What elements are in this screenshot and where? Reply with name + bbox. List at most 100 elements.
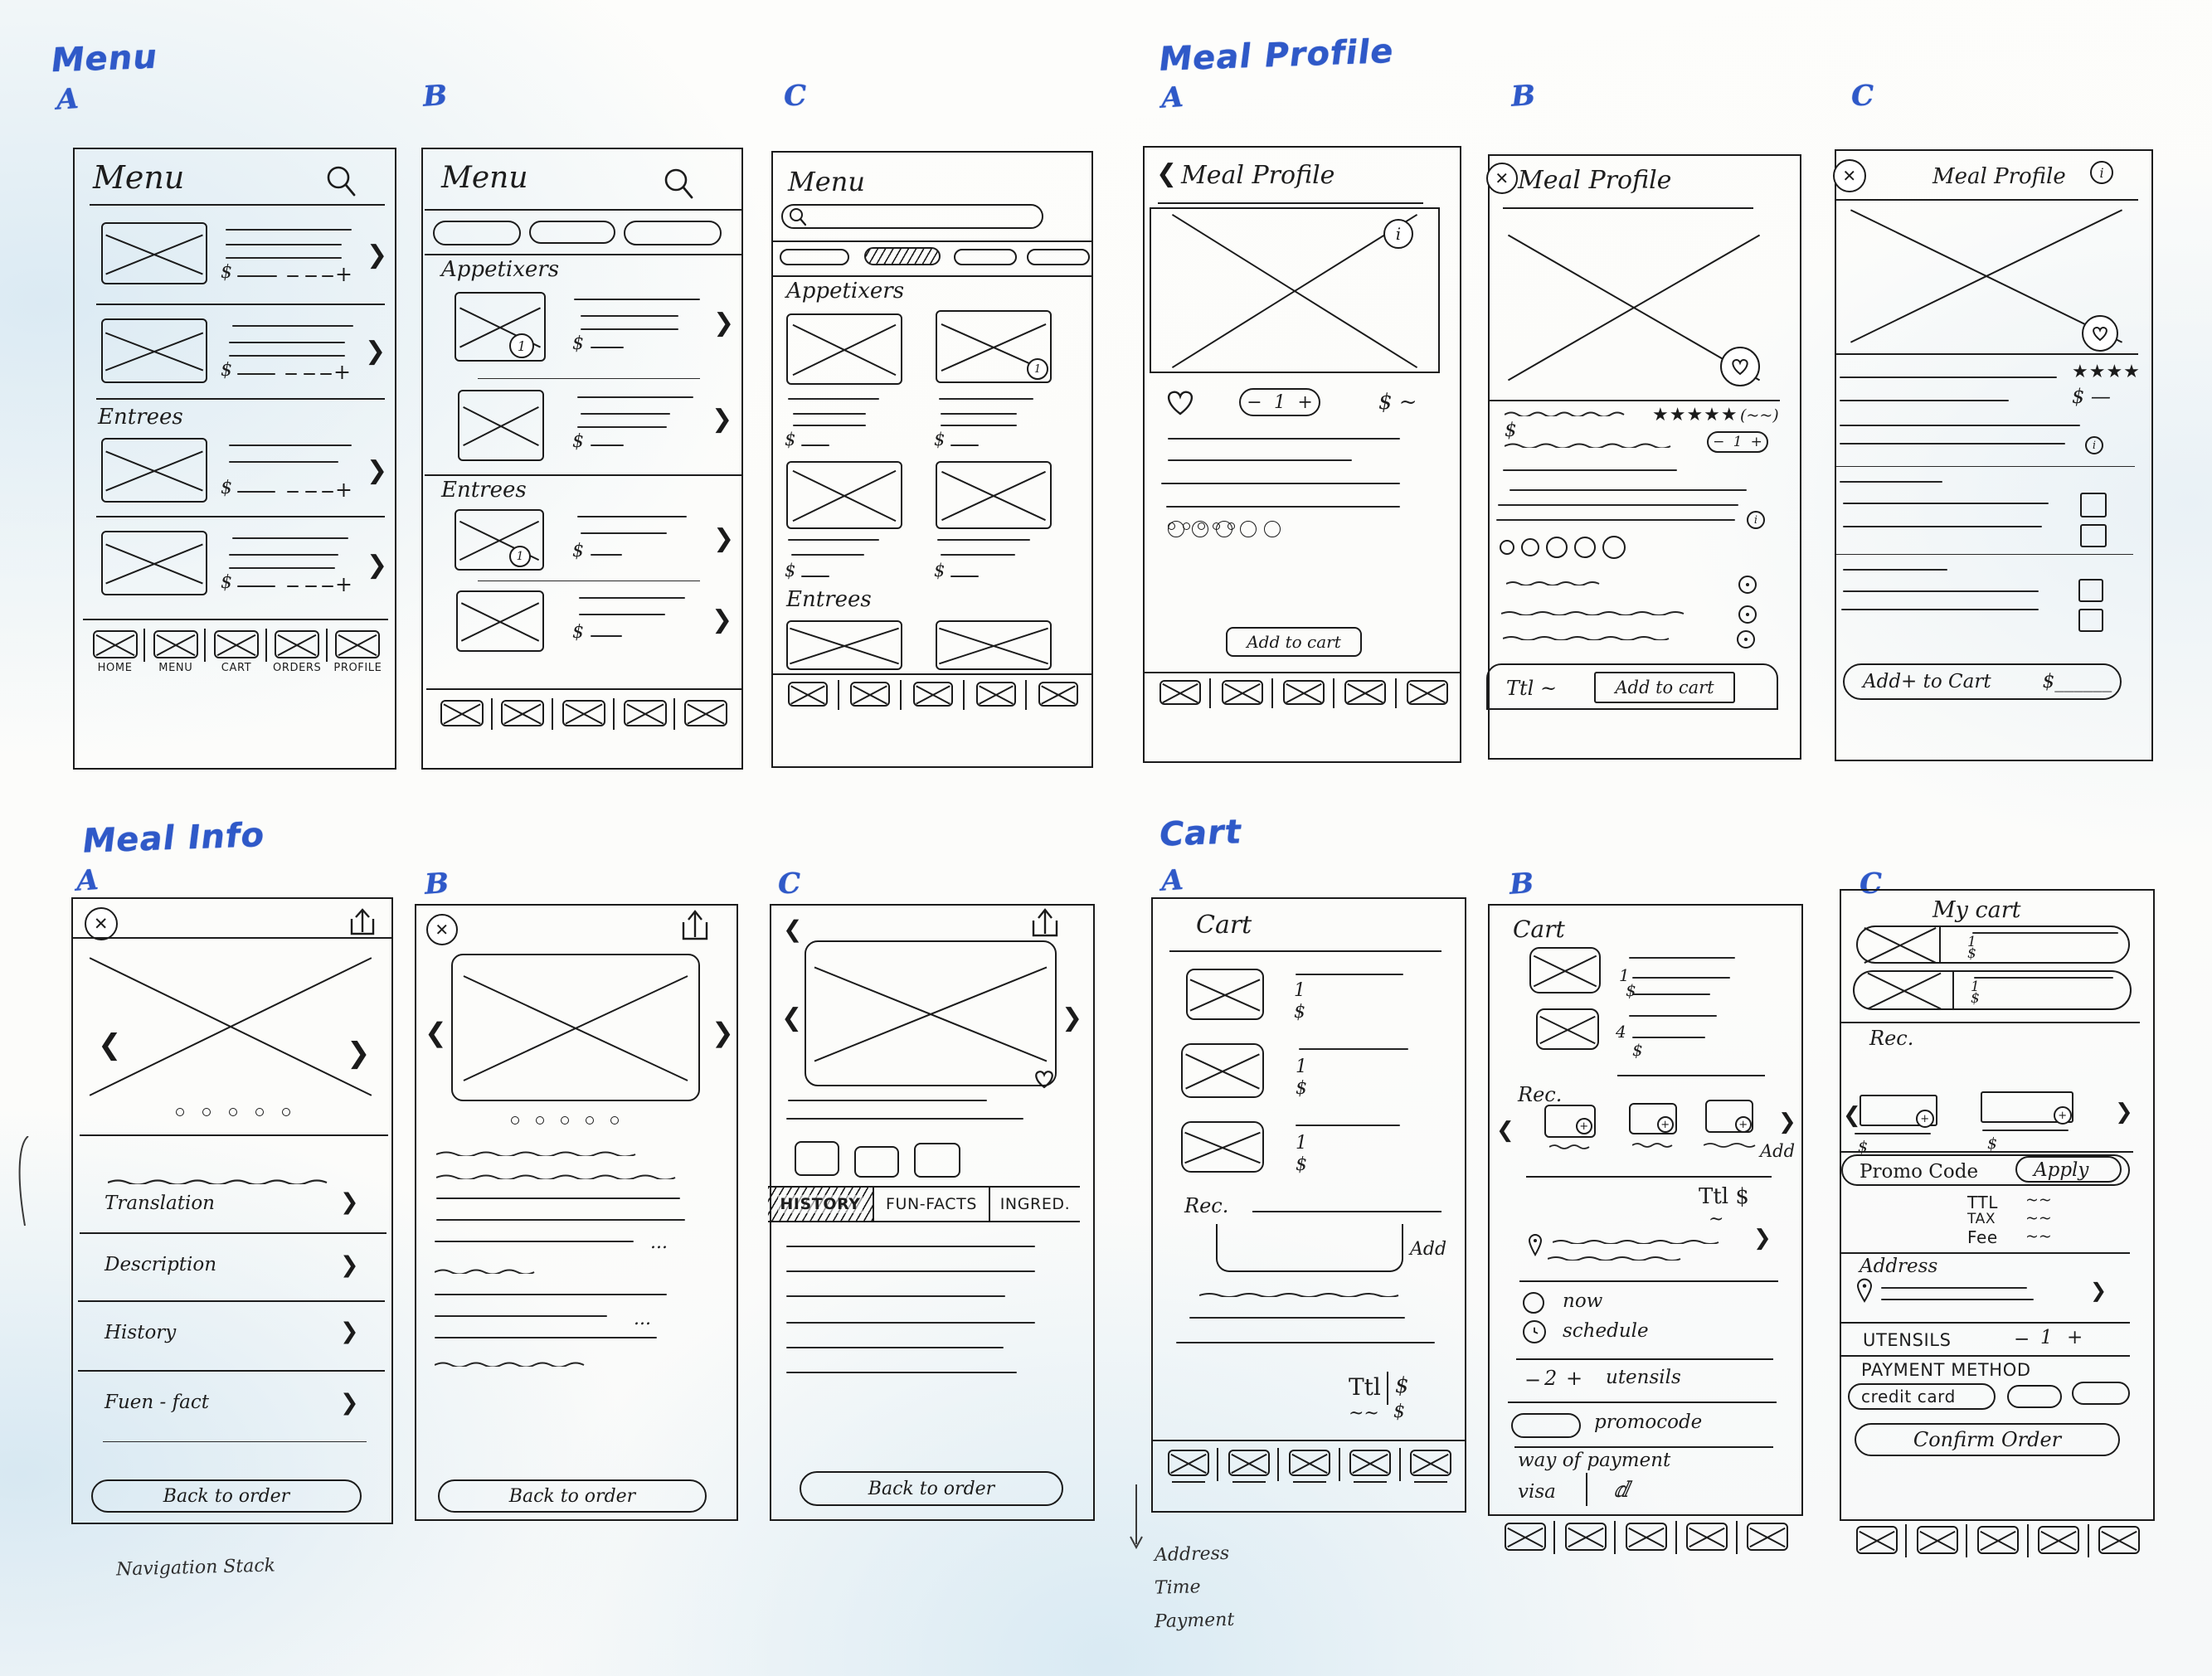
- rec-add-icon[interactable]: +: [1735, 1116, 1752, 1133]
- rec-prev-icon[interactable]: ❮: [1496, 1118, 1514, 1143]
- stepper-dash[interactable]: [305, 491, 317, 493]
- carousel-dot[interactable]: [255, 1108, 264, 1116]
- payment-method-option[interactable]: [2072, 1382, 2130, 1405]
- carousel-dots[interactable]: [511, 1116, 619, 1125]
- carousel-next-icon[interactable]: ❯: [347, 1037, 371, 1070]
- utensils-minus[interactable]: −: [2014, 1329, 2030, 1350]
- chevron-down-icon[interactable]: ❯: [340, 1252, 359, 1278]
- share-icon[interactable]: [1023, 906, 1063, 945]
- heart-icon[interactable]: [1032, 1068, 1057, 1090]
- cart-item-thumb[interactable]: [1181, 1043, 1264, 1098]
- utensils-plus[interactable]: +: [2067, 1327, 2083, 1348]
- promo-code-input[interactable]: Promo Code: [1860, 1161, 1978, 1183]
- filter-chip[interactable]: [624, 221, 722, 245]
- stepper-dash[interactable]: [322, 491, 333, 493]
- qty-minus-button[interactable]: −: [1713, 434, 1724, 450]
- carousel-dot[interactable]: [202, 1108, 211, 1116]
- qty-plus-button[interactable]: +: [1297, 392, 1312, 413]
- radio-icon[interactable]: [1737, 630, 1755, 649]
- info-badge-icon[interactable]: i: [1747, 511, 1765, 529]
- carousel-dot[interactable]: [176, 1108, 184, 1116]
- option-circle[interactable]: [1521, 538, 1539, 556]
- delivery-option-schedule[interactable]: schedule: [1563, 1320, 1649, 1342]
- grid-item-thumb[interactable]: [936, 620, 1052, 670]
- rec-next-icon[interactable]: ❯: [2115, 1100, 2133, 1125]
- confirm-order-button[interactable]: Confirm Order: [1855, 1423, 2120, 1456]
- add-to-cart-button[interactable]: Add+ to Cart $______: [1843, 663, 2122, 700]
- cart-item-thumb[interactable]: [1181, 1121, 1264, 1173]
- menu-item-thumb[interactable]: [101, 222, 207, 284]
- tab-history[interactable]: HISTORY: [768, 1188, 874, 1221]
- qty-plus-button[interactable]: +: [1751, 434, 1762, 450]
- radio-icon[interactable]: [1738, 605, 1757, 624]
- menu-item-thumb[interactable]: [455, 509, 544, 571]
- quantity-stepper[interactable]: − 1 +: [1707, 431, 1768, 453]
- carousel-prev-icon[interactable]: ❮: [425, 1017, 447, 1048]
- add-to-cart-button[interactable]: Add to cart: [1594, 672, 1735, 703]
- option-checkbox[interactable]: [2080, 493, 2107, 517]
- item-badge[interactable]: 1: [509, 333, 534, 358]
- menu-item-thumb[interactable]: [101, 318, 207, 383]
- back-to-order-button[interactable]: Back to order: [438, 1479, 707, 1513]
- payment-method-visa[interactable]: visa: [1518, 1481, 1556, 1503]
- thumbnail[interactable]: [795, 1141, 839, 1176]
- x-close-icon[interactable]: ✕: [85, 907, 118, 940]
- carousel-next-icon[interactable]: ❯: [712, 1017, 734, 1048]
- option-circle[interactable]: [1500, 540, 1514, 555]
- filter-chip[interactable]: [529, 221, 615, 244]
- chevron-down-icon[interactable]: ❯: [340, 1390, 359, 1416]
- rec-add-label[interactable]: Add: [1760, 1141, 1795, 1161]
- add-to-cart-button[interactable]: Add to cart: [1226, 627, 1362, 657]
- carousel-dot[interactable]: [586, 1116, 594, 1125]
- option-circle[interactable]: [1240, 521, 1257, 537]
- carousel-prev-icon[interactable]: ❮: [98, 1028, 122, 1061]
- address-chevron-icon[interactable]: ❯: [1753, 1226, 1772, 1251]
- stepper-dash[interactable]: [322, 275, 333, 277]
- grid-item-thumb[interactable]: [786, 620, 902, 670]
- promocode-input[interactable]: [1511, 1413, 1581, 1438]
- option-circle[interactable]: [1216, 521, 1232, 537]
- option-checkbox[interactable]: [2080, 524, 2107, 547]
- stepper-plus[interactable]: +: [335, 478, 352, 502]
- rec-add-icon[interactable]: +: [1576, 1118, 1592, 1134]
- stepper-dash[interactable]: [320, 373, 332, 375]
- cart-item-thumb[interactable]: [1536, 1008, 1599, 1050]
- radio-icon[interactable]: [1738, 576, 1757, 594]
- item-chevron-icon[interactable]: ❯: [713, 524, 734, 553]
- stepper-dash[interactable]: [285, 373, 297, 375]
- option-checkbox[interactable]: [2078, 609, 2103, 632]
- radio-icon-now[interactable]: [1523, 1292, 1544, 1314]
- rec-add-icon[interactable]: +: [1657, 1116, 1674, 1133]
- ellipsis[interactable]: ...: [650, 1232, 668, 1253]
- carousel-dot[interactable]: [536, 1116, 544, 1125]
- tab-fun-facts[interactable]: FUN-FACTS: [874, 1188, 990, 1221]
- stepper-dash[interactable]: [287, 491, 299, 493]
- menu-item-thumb[interactable]: [101, 531, 207, 595]
- option-circle[interactable]: [1168, 521, 1184, 537]
- accordion-label-description[interactable]: Description: [105, 1254, 216, 1275]
- qty-minus-button[interactable]: −: [1247, 392, 1262, 413]
- rec-add-label[interactable]: Add: [1410, 1239, 1446, 1260]
- stepper-dash[interactable]: [287, 275, 299, 277]
- payment-method-option[interactable]: [2007, 1385, 2062, 1408]
- rec-prev-icon[interactable]: ❮: [1843, 1103, 1861, 1128]
- item-chevron-icon[interactable]: ❯: [712, 605, 732, 634]
- back-chevron-icon[interactable]: ❮: [1156, 159, 1177, 188]
- search-icon[interactable]: [323, 164, 360, 201]
- back-to-order-button[interactable]: Back to order: [800, 1471, 1063, 1506]
- chevron-down-icon[interactable]: ❯: [340, 1319, 359, 1344]
- share-icon[interactable]: [673, 907, 713, 947]
- stepper-dash[interactable]: [322, 585, 333, 587]
- menu-item-thumb[interactable]: [458, 390, 544, 461]
- search-input[interactable]: [781, 204, 1043, 229]
- stepper-plus[interactable]: +: [333, 360, 351, 384]
- clock-icon[interactable]: [1523, 1320, 1546, 1343]
- stepper-dash[interactable]: [305, 585, 317, 587]
- item-chevron-icon[interactable]: ❯: [367, 240, 387, 270]
- rec-add-icon[interactable]: +: [2054, 1106, 2072, 1125]
- option-circle[interactable]: [1192, 521, 1208, 537]
- accordion-label-translation[interactable]: Translation: [105, 1193, 215, 1214]
- option-circle[interactable]: [1574, 537, 1596, 558]
- heart-icon[interactable]: [1163, 388, 1198, 416]
- menu-item-thumb[interactable]: [456, 590, 544, 652]
